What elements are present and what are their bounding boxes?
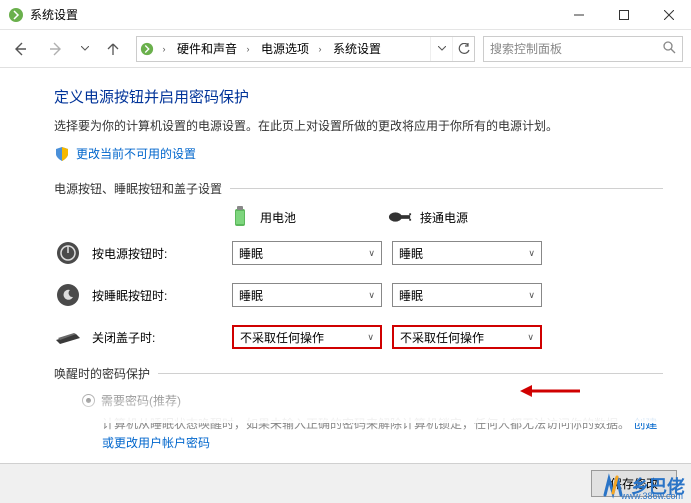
chevron-down-icon: ∨ — [527, 332, 534, 343]
select-value: 睡眠 — [239, 245, 263, 262]
plugged-label: 接通电源 — [420, 209, 468, 226]
history-dropdown[interactable] — [76, 34, 94, 64]
setting-row-lid-close: 关闭盖子时: 不采取任何操作 ∨ 不采取任何操作 ∨ — [54, 323, 663, 351]
window-controls — [556, 0, 691, 30]
battery-label: 用电池 — [260, 209, 296, 226]
window-titlebar: 系统设置 — [0, 0, 691, 30]
chevron-down-icon — [81, 46, 89, 51]
up-arrow-icon — [105, 41, 121, 57]
close-button[interactable] — [646, 0, 691, 30]
power-button-battery-select[interactable]: 睡眠 ∨ — [232, 241, 382, 265]
battery-icon — [228, 205, 252, 229]
select-value: 睡眠 — [239, 287, 263, 304]
setting-label: 关闭盖子时: — [92, 329, 222, 346]
close-icon — [664, 10, 674, 20]
column-headers: 用电池 接通电源 — [54, 205, 663, 229]
radio-label: 需要密码(推荐) — [101, 392, 181, 409]
power-button-icon — [54, 239, 82, 267]
plug-icon — [388, 205, 412, 229]
lid-close-icon — [54, 323, 82, 351]
breadcrumb-item[interactable]: 硬件和声音 — [171, 37, 241, 61]
section-title: 电源按钮、睡眠按钮和盖子设置 — [54, 180, 222, 197]
power-button-plugged-select[interactable]: 睡眠 ∨ — [392, 241, 542, 265]
radio-icon — [82, 394, 95, 407]
select-value: 睡眠 — [399, 287, 423, 304]
lid-close-battery-select[interactable]: 不采取任何操作 ∨ — [232, 325, 382, 349]
breadcrumb-separator[interactable]: › — [241, 37, 255, 61]
address-bar[interactable]: › 硬件和声音 › 电源选项 › 系统设置 — [136, 36, 475, 62]
sleep-button-plugged-select[interactable]: 睡眠 ∨ — [392, 283, 542, 307]
breadcrumb-item[interactable]: 系统设置 — [327, 37, 385, 61]
breadcrumb-separator[interactable]: › — [157, 37, 171, 61]
save-button[interactable]: 保存修改 — [591, 470, 677, 497]
lid-close-plugged-select[interactable]: 不采取任何操作 ∨ — [392, 325, 542, 349]
chevron-down-icon: ∨ — [368, 248, 375, 259]
setting-label: 按睡眠按钮时: — [92, 287, 222, 304]
back-button[interactable] — [4, 34, 36, 64]
change-unavailable-link[interactable]: 更改当前不可用的设置 — [76, 145, 196, 162]
select-value: 睡眠 — [399, 245, 423, 262]
refresh-icon — [458, 43, 470, 55]
back-arrow-icon — [12, 41, 28, 57]
breadcrumb-separator[interactable]: › — [313, 37, 327, 61]
chevron-down-icon: ∨ — [528, 248, 535, 259]
wake-password-section: 唤醒时的密码保护 需要密码(推荐) 计算机从睡眠状态唤醒时，如果未输入正确的密码… — [54, 365, 663, 453]
maximize-button[interactable] — [601, 0, 646, 30]
wake-section-title: 唤醒时的密码保护 — [54, 365, 150, 382]
radio-description: 计算机从睡眠状态唤醒时，如果未输入正确的密码来解除计算机锁定，任何人都无法访问你… — [54, 415, 663, 453]
minimize-button[interactable] — [556, 0, 601, 30]
chevron-down-icon — [438, 46, 446, 51]
setting-row-sleep-button: 按睡眠按钮时: 睡眠 ∨ 睡眠 ∨ — [54, 281, 663, 309]
maximize-icon — [619, 10, 629, 20]
forward-arrow-icon — [48, 41, 64, 57]
refresh-button[interactable] — [452, 37, 474, 61]
content-pane: 定义电源按钮并启用密码保护 选择要为你的计算机设置的电源设置。在此页上对设置所做… — [0, 68, 691, 463]
annotation-arrow — [520, 381, 580, 401]
up-button[interactable] — [98, 34, 128, 64]
app-icon — [8, 7, 24, 23]
select-value: 不采取任何操作 — [400, 329, 484, 346]
shield-icon — [54, 146, 70, 162]
page-heading: 定义电源按钮并启用密码保护 — [54, 86, 663, 107]
sleep-button-battery-select[interactable]: 睡眠 ∨ — [232, 283, 382, 307]
setting-label: 按电源按钮时: — [92, 245, 222, 262]
footer-bar: 保存修改 取消 — [0, 463, 691, 503]
forward-button[interactable] — [40, 34, 72, 64]
section-header: 电源按钮、睡眠按钮和盖子设置 — [54, 180, 663, 197]
breadcrumb-item[interactable]: 电源选项 — [255, 37, 313, 61]
select-value: 不采取任何操作 — [240, 329, 324, 346]
page-description: 选择要为你的计算机设置的电源设置。在此页上对设置所做的更改将应用于你所有的电源计… — [54, 117, 663, 135]
sleep-button-icon — [54, 281, 82, 309]
search-icon — [663, 41, 676, 57]
search-input[interactable] — [490, 42, 659, 56]
setting-row-power-button: 按电源按钮时: 睡眠 ∨ 睡眠 ∨ — [54, 239, 663, 267]
navigation-bar: › 硬件和声音 › 电源选项 › 系统设置 — [0, 30, 691, 68]
window-title: 系统设置 — [30, 6, 78, 23]
address-dropdown[interactable] — [430, 37, 452, 61]
chevron-down-icon: ∨ — [368, 290, 375, 301]
address-icon — [137, 42, 157, 56]
minimize-icon — [574, 10, 584, 20]
chevron-down-icon: ∨ — [367, 332, 374, 343]
search-box[interactable] — [483, 36, 683, 62]
chevron-down-icon: ∨ — [528, 290, 535, 301]
